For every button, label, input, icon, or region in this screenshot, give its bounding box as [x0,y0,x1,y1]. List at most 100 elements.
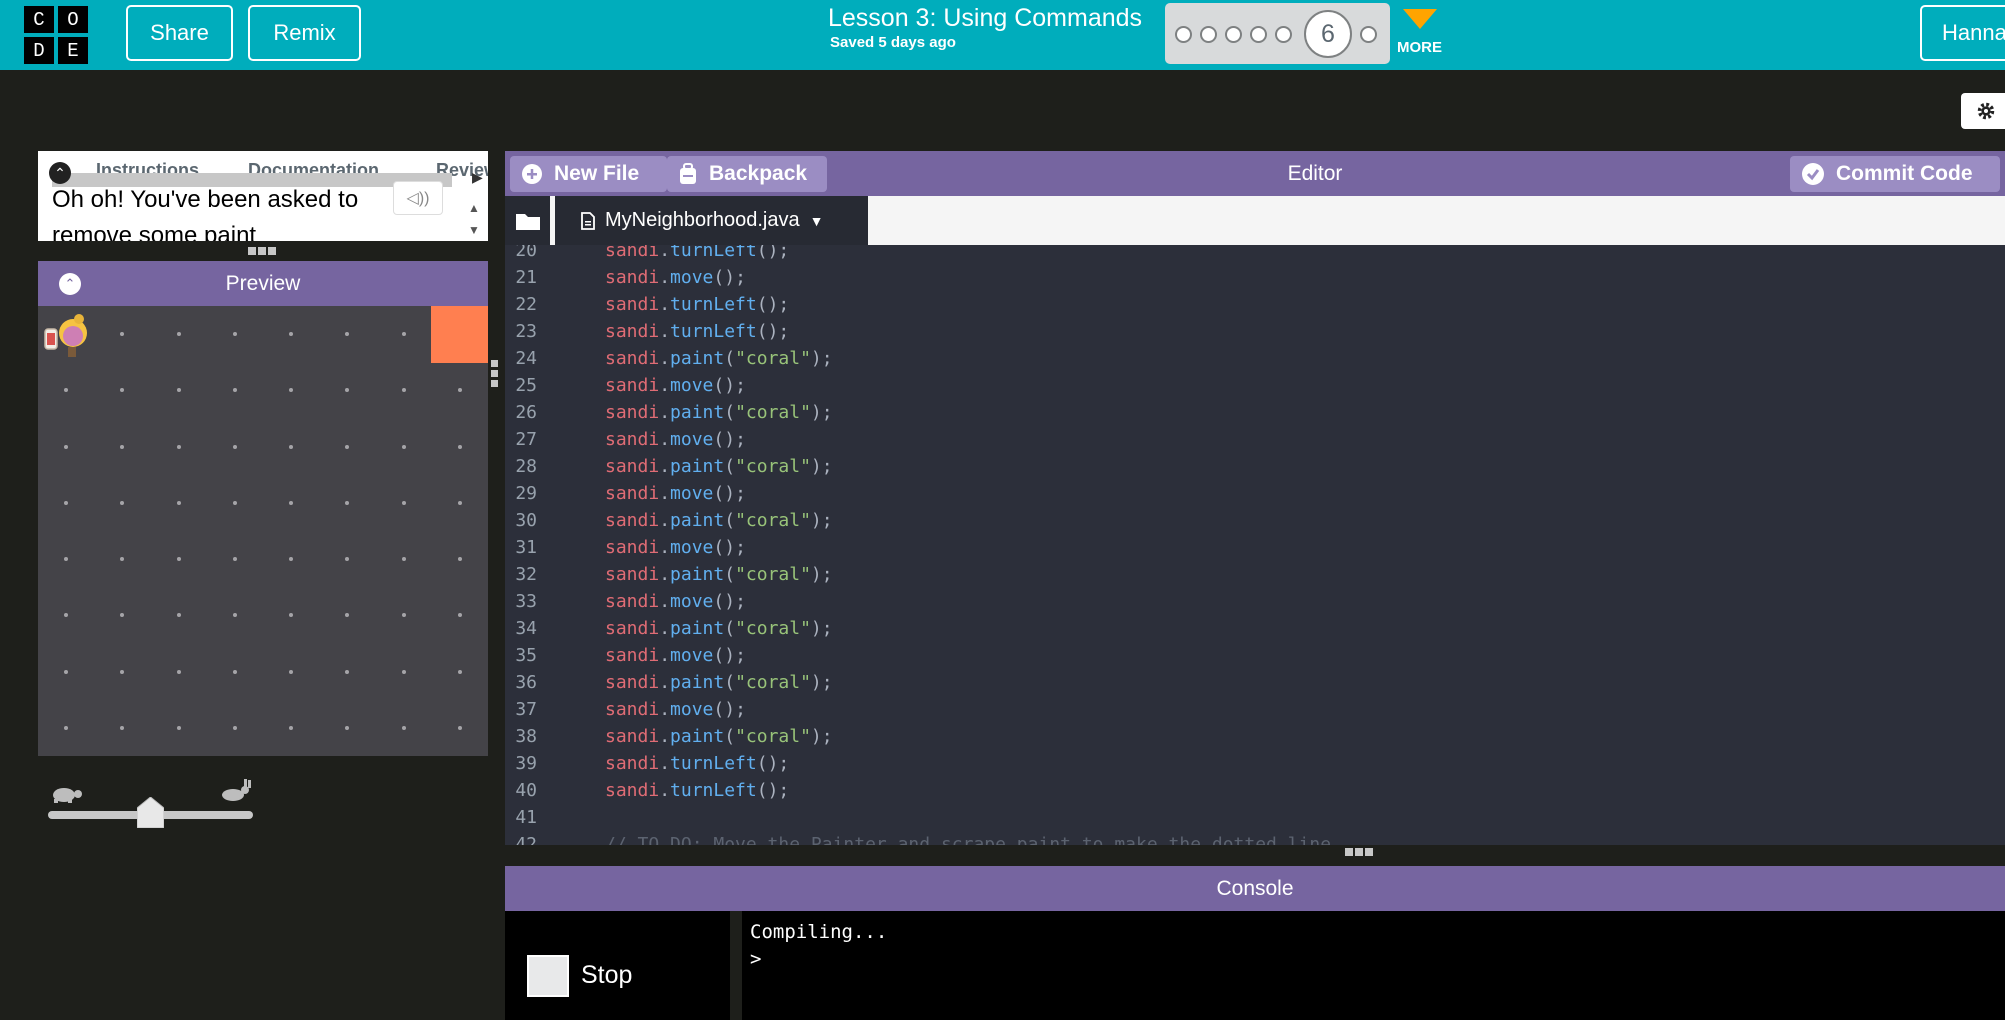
grid-dot [401,332,406,337]
grid-dot [232,613,237,618]
progress-dot[interactable] [1250,26,1267,43]
code-text: sandi.move(); [605,591,746,612]
more-chevron-icon[interactable] [1403,9,1437,29]
line-number: 24 [515,348,537,369]
grid-dot [120,725,125,730]
progress-dot[interactable] [1275,26,1292,43]
code-line[interactable]: 40 sandi.turnLeft(); [505,780,2005,807]
console-line: > [750,948,762,970]
grid-dot [176,557,181,562]
code-line[interactable]: 28 sandi.paint("coral"); [505,456,2005,483]
code-line[interactable]: 32 sandi.paint("coral"); [505,564,2005,591]
file-browser-button[interactable] [505,196,550,245]
code-line[interactable]: 23 sandi.turnLeft(); [505,321,2005,348]
code-line[interactable]: 25 sandi.move(); [505,375,2005,402]
code-line[interactable]: 30 sandi.paint("coral"); [505,510,2005,537]
current-level-bubble[interactable]: 6 [1304,10,1352,58]
code-line[interactable]: 26 sandi.paint("coral"); [505,402,2005,429]
collapse-instructions-icon[interactable]: ⌃ [49,162,71,184]
code-line[interactable]: 41 [505,807,2005,834]
code-line[interactable]: 38 sandi.paint("coral"); [505,726,2005,753]
grid-dot [345,613,350,618]
grid-dot [232,500,237,505]
editor-resize-handle[interactable] [1345,848,1375,856]
line-number: 30 [515,510,537,531]
code-line[interactable]: 36 sandi.paint("coral"); [505,672,2005,699]
grid-dot [401,557,406,562]
share-button[interactable]: Share [126,5,233,61]
instructions-resize-handle[interactable] [248,247,278,255]
line-number: 41 [515,807,537,828]
code-editor[interactable]: 20 sandi.turnLeft(); 21 sandi.move(); 22 sand… [505,245,2005,845]
user-menu-button[interactable]: Hanna [1920,5,2005,61]
logo-letter: O [58,6,88,33]
grid-dot [401,669,406,674]
grid-dot [64,613,69,618]
editor-header: New File Backpack Editor Commit Code [505,151,2005,196]
code-line[interactable]: 37 sandi.move(); [505,699,2005,726]
code-line[interactable]: 29 sandi.move(); [505,483,2005,510]
file-tab[interactable]: MyNeighborhood.java ▼ [555,196,868,245]
painter-sprite [44,314,87,357]
grid-dot [289,332,294,337]
code-line[interactable]: 27 sandi.move(); [505,429,2005,456]
speaker-icon: ◁)) [406,190,430,207]
code-line[interactable]: 21 sandi.move(); [505,267,2005,294]
line-number: 40 [515,780,537,801]
grid-dot [401,725,406,730]
line-number: 31 [515,537,537,558]
caret-down-icon[interactable]: ▼ [810,213,824,229]
grid-dot [457,500,462,505]
line-number: 39 [515,753,537,774]
file-tab-bar: MyNeighborhood.java ▼ [505,196,2005,245]
grid-dot [289,725,294,730]
remix-button[interactable]: Remix [248,5,361,61]
code-line[interactable]: 20 sandi.turnLeft(); [505,245,2005,267]
code-text: sandi.paint("coral"); [605,618,833,639]
code-line[interactable]: 35 sandi.move(); [505,645,2005,672]
grid-dot [176,500,181,505]
lesson-title: Lesson 3: Using Commands [828,4,1143,32]
file-tab-name: MyNeighborhood.java [605,209,800,231]
code-text: sandi.move(); [605,375,746,396]
stop-label[interactable]: Stop [581,961,632,990]
progress-dot[interactable] [1175,26,1192,43]
code-line[interactable]: 22 sandi.turnLeft(); [505,294,2005,321]
scroll-up-icon[interactable]: ▲ [468,201,480,215]
settings-button[interactable] [1961,93,2005,129]
grid-dot [345,500,350,505]
progress-dot[interactable] [1360,26,1377,43]
stop-button[interactable] [527,955,569,997]
line-number: 38 [515,726,537,747]
top-header: C O D E Share Remix Lesson 3: Using Comm… [0,0,2005,70]
scroll-down-icon[interactable]: ▼ [468,223,480,237]
speed-slider-thumb[interactable] [137,797,164,828]
code-org-logo[interactable]: C O D E [24,6,88,64]
code-line[interactable]: 39 sandi.turnLeft(); [505,753,2005,780]
text-to-speech-button[interactable]: ◁)) [393,181,443,215]
code-line[interactable]: 34 sandi.paint("coral"); [505,618,2005,645]
grid-dot [64,725,69,730]
code-line[interactable]: 31 sandi.move(); [505,537,2005,564]
code-line[interactable]: 33 sandi.move(); [505,591,2005,618]
scroll-right-icon[interactable]: ▶ [472,169,483,186]
grid-dot [457,669,462,674]
commit-code-button[interactable]: Commit Code [1790,156,2000,192]
line-number: 32 [515,564,537,585]
grid-dot [176,444,181,449]
collapse-preview-icon[interactable]: ⌃ [59,273,81,295]
code-text: sandi.turnLeft(); [605,321,790,342]
code-line[interactable]: 24 sandi.paint("coral"); [505,348,2005,375]
code-text: sandi.move(); [605,429,746,450]
more-label[interactable]: MORE [1397,39,1442,56]
progress-dot[interactable] [1200,26,1217,43]
line-number: 36 [515,672,537,693]
progress-dot[interactable] [1225,26,1242,43]
line-number: 27 [515,429,537,450]
console-divider[interactable] [730,911,742,1020]
code-text: sandi.paint("coral"); [605,510,833,531]
preview-resize-handle[interactable] [491,360,499,390]
grid-dot [232,332,237,337]
code-line[interactable]: 42 // TO DO: Move the Painter and scrape … [505,834,2005,845]
line-number: 29 [515,483,537,504]
